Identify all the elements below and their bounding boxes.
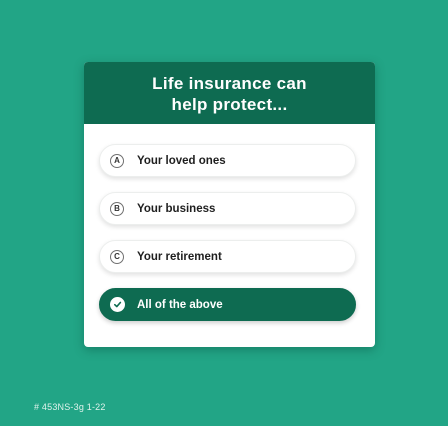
letter-a-badge: A [110, 153, 124, 168]
option-a-label: Your loved ones [137, 154, 226, 167]
option-all-label: All of the above [137, 298, 223, 311]
option-b-button[interactable]: B Your business [99, 192, 356, 225]
option-all-button[interactable]: All of the above [99, 288, 356, 321]
ad-code: # 453NS-3g 1-22 [34, 402, 106, 412]
answer-options: A Your loved ones B Your business C Your… [99, 144, 356, 336]
quiz-title-line-2: help protect... [171, 94, 288, 114]
quiz-title-line-1: Life insurance can [152, 73, 307, 93]
quiz-header: Life insurance can help protect... [84, 62, 375, 124]
option-b-label: Your business [137, 202, 216, 215]
ad-background: Life insurance can help protect... A You… [0, 0, 448, 426]
option-c-button[interactable]: C Your retirement [99, 240, 356, 273]
letter-b-badge: B [110, 201, 124, 216]
letter-c-badge: C [110, 249, 124, 264]
quiz-title: Life insurance can help protect... [152, 73, 307, 115]
check-circle-icon [110, 297, 125, 312]
option-c-label: Your retirement [137, 250, 222, 263]
quiz-card: Life insurance can help protect... A You… [84, 62, 375, 347]
option-a-button[interactable]: A Your loved ones [99, 144, 356, 177]
